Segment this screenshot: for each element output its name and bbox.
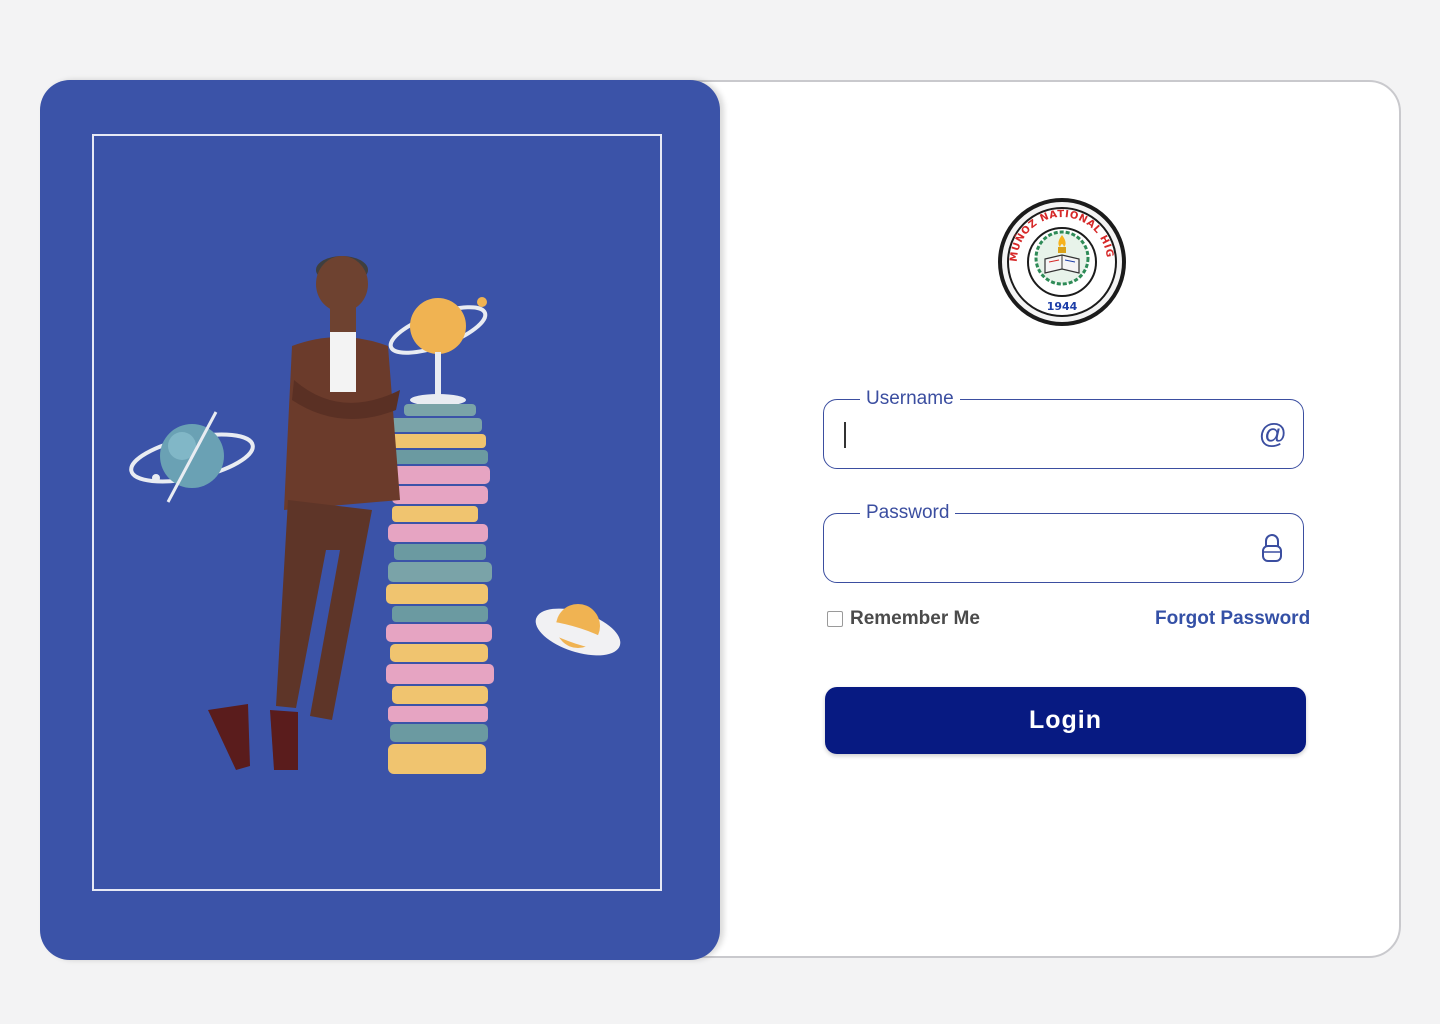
password-label: Password	[860, 501, 956, 525]
school-logo: MUÑOZ NATIONAL HIGH SCHOOL 1944	[990, 187, 1130, 330]
username-label: Username	[860, 387, 960, 411]
username-input[interactable]	[844, 414, 1248, 456]
remember-me[interactable]: Remember Me	[827, 608, 980, 630]
illustration-panel	[40, 80, 720, 960]
decorative-frame	[92, 134, 662, 891]
password-field[interactable]: Password	[823, 501, 1304, 583]
remember-me-label: Remember Me	[850, 608, 980, 629]
forgot-password-link[interactable]: Forgot Password	[1155, 608, 1310, 630]
username-field[interactable]: Username @	[823, 387, 1304, 469]
login-button[interactable]: Login	[825, 687, 1306, 754]
lock-icon	[1262, 534, 1282, 562]
text-caret	[844, 422, 846, 448]
logo-year: 1944	[1047, 300, 1078, 313]
remember-me-checkbox[interactable]	[827, 611, 843, 627]
at-icon: @	[1258, 418, 1287, 449]
password-input[interactable]	[844, 528, 1248, 570]
